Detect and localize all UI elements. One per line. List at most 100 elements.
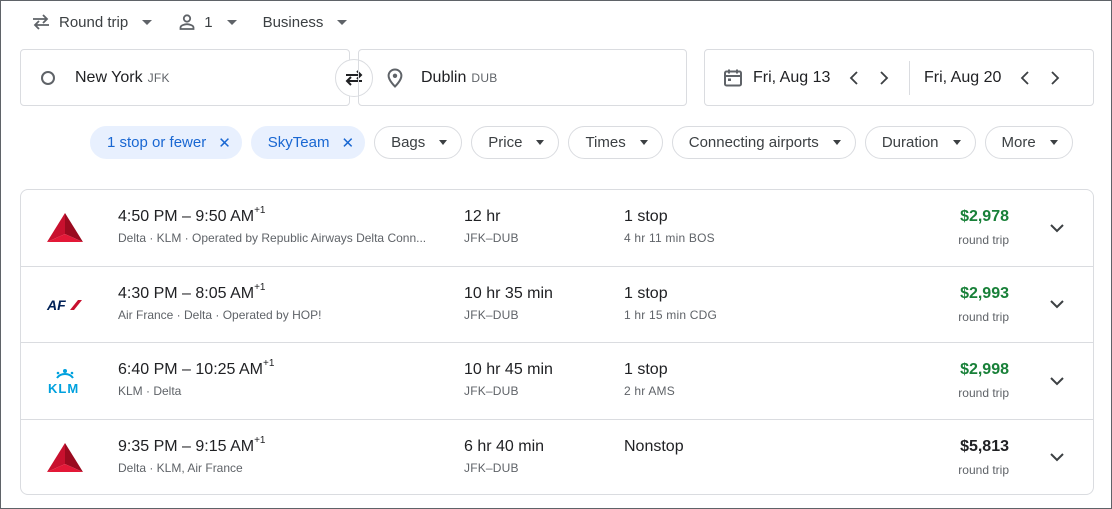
chevron-down-icon bbox=[536, 140, 545, 145]
chevron-right-icon bbox=[1051, 70, 1060, 85]
destination-city: Dublin bbox=[421, 68, 467, 86]
filter-label: Times bbox=[585, 134, 626, 151]
chevron-down-icon bbox=[1050, 223, 1064, 232]
expand-button[interactable] bbox=[1043, 214, 1071, 242]
origin-code: JFK bbox=[147, 70, 170, 85]
flight-route: JFK–DUB bbox=[464, 307, 519, 322]
filter-times[interactable]: Times bbox=[568, 126, 663, 159]
chevron-left-icon bbox=[1020, 70, 1029, 85]
flight-duration: 10 hr 45 min bbox=[464, 361, 553, 378]
origin-field[interactable]: New York JFK bbox=[20, 49, 350, 106]
location-pin-icon bbox=[387, 67, 403, 88]
close-icon[interactable]: ✕ bbox=[341, 134, 354, 152]
flight-price: $2,978 bbox=[960, 208, 1009, 225]
passenger-count: 1 bbox=[204, 13, 213, 31]
expand-button[interactable] bbox=[1043, 291, 1071, 319]
flight-route: JFK–DUB bbox=[464, 384, 519, 398]
chevron-down-icon bbox=[639, 140, 648, 145]
trip-type-label: Round trip bbox=[59, 13, 129, 31]
cabin-class-label: Business bbox=[262, 13, 324, 31]
layover-info: 2 hr AMS bbox=[624, 384, 675, 398]
return-prev-button[interactable] bbox=[1010, 63, 1040, 93]
flight-results-list: 4:50 PM – 9:50 AM+1 Delta · KLM · Operat… bbox=[20, 189, 1094, 495]
filter-label: Bags bbox=[391, 134, 426, 151]
layover-info: 1 hr 15 min CDG bbox=[624, 307, 718, 322]
filter-bags[interactable]: Bags bbox=[374, 126, 463, 159]
chevron-down-icon bbox=[1050, 376, 1064, 385]
klm-logo: KLM bbox=[45, 361, 85, 401]
swap-arrows-icon bbox=[33, 14, 49, 30]
depart-next-button[interactable] bbox=[869, 63, 899, 93]
filter-connecting-airports[interactable]: Connecting airports bbox=[671, 126, 856, 159]
price-type: round trip bbox=[958, 309, 1009, 324]
passengers-select[interactable]: 1 bbox=[178, 13, 237, 31]
origin-circle-icon bbox=[41, 70, 55, 85]
filter-more[interactable]: More bbox=[984, 126, 1073, 159]
date-divider bbox=[909, 60, 910, 95]
destination-code: DUB bbox=[471, 70, 498, 85]
chevron-down-icon bbox=[1050, 300, 1064, 309]
airline-names: KLM · Delta bbox=[118, 384, 182, 398]
return-date-picker[interactable]: Fri, Aug 20 bbox=[924, 69, 1010, 87]
airline-names: Delta · KLM · Operated by Republic Airwa… bbox=[118, 231, 427, 245]
flight-times: 9:35 PM – 9:15 AM+1 bbox=[118, 434, 266, 455]
price-type: round trip bbox=[958, 386, 1009, 400]
chevron-left-icon bbox=[849, 70, 858, 85]
person-icon bbox=[179, 14, 195, 30]
dates-field: Fri, Aug 13 Fri, Aug 20 bbox=[704, 49, 1094, 106]
flight-row[interactable]: 9:35 PM – 9:15 AM+1 Delta · KLM, Air Fra… bbox=[21, 420, 1093, 495]
cabin-class-select[interactable]: Business bbox=[263, 14, 348, 31]
flight-row[interactable]: 4:50 PM – 9:50 AM+1 Delta · KLM · Operat… bbox=[21, 190, 1093, 267]
flight-price: $2,993 bbox=[960, 284, 1009, 302]
stop-count: 1 stop bbox=[624, 361, 668, 378]
filter-chip-label: 1 stop or fewer bbox=[107, 134, 207, 151]
calendar-icon bbox=[724, 69, 742, 86]
stop-count: 1 stop bbox=[624, 284, 668, 302]
flight-duration: 6 hr 40 min bbox=[464, 437, 545, 455]
delta-logo bbox=[45, 438, 85, 478]
flight-route: JFK–DUB bbox=[464, 231, 519, 245]
filter-label: Price bbox=[488, 134, 523, 151]
chevron-down-icon bbox=[952, 140, 961, 145]
stop-count: Nonstop bbox=[624, 437, 684, 455]
delta-logo bbox=[45, 208, 85, 248]
return-next-button[interactable] bbox=[1040, 63, 1070, 93]
chevron-down-icon bbox=[439, 140, 448, 145]
close-icon[interactable]: ✕ bbox=[218, 134, 231, 152]
price-type: round trip bbox=[958, 462, 1009, 477]
airline-names: Delta · KLM, Air France bbox=[118, 460, 243, 475]
trip-type-select[interactable]: Round trip bbox=[31, 13, 153, 31]
expand-button[interactable] bbox=[1043, 367, 1071, 395]
filter-chips: 1 stop or fewer ✕ SkyTeam ✕ Bags Price T… bbox=[90, 126, 1073, 159]
svg-text:KLM: KLM bbox=[48, 381, 79, 395]
depart-prev-button[interactable] bbox=[839, 63, 869, 93]
depart-date-picker[interactable]: Fri, Aug 13 bbox=[723, 68, 839, 88]
flight-row[interactable]: KLM 6:40 PM – 10:25 AM+1 KLM · Delta 10 … bbox=[21, 343, 1093, 420]
flight-times: 6:40 PM – 10:25 AM+1 bbox=[118, 358, 275, 378]
chevron-down-icon bbox=[832, 140, 841, 145]
airfrance-logo: AF bbox=[45, 285, 85, 325]
destination-field[interactable]: Dublin DUB bbox=[358, 49, 687, 106]
expand-button[interactable] bbox=[1043, 444, 1071, 472]
flight-times: 4:30 PM – 8:05 AM+1 bbox=[118, 281, 266, 302]
filter-chip-alliance[interactable]: SkyTeam ✕ bbox=[250, 126, 366, 159]
flight-duration: 12 hr bbox=[464, 208, 501, 225]
flight-duration: 10 hr 35 min bbox=[464, 284, 553, 302]
filter-label: Connecting airports bbox=[688, 134, 819, 151]
svg-text:AF: AF bbox=[46, 297, 66, 313]
filter-chip-stops[interactable]: 1 stop or fewer ✕ bbox=[90, 126, 242, 159]
chevron-down-icon bbox=[226, 19, 237, 25]
stop-count: 1 stop bbox=[624, 208, 668, 225]
chevron-down-icon bbox=[1050, 453, 1064, 462]
chevron-down-icon bbox=[142, 19, 153, 25]
chevron-down-icon bbox=[337, 19, 348, 25]
filter-label: More bbox=[1001, 134, 1036, 151]
origin-city: New York bbox=[75, 68, 143, 86]
return-date: Fri, Aug 20 bbox=[924, 68, 1002, 86]
filter-duration[interactable]: Duration bbox=[864, 126, 976, 159]
trip-options-bar: Round trip 1 Business bbox=[31, 11, 373, 33]
flight-row[interactable]: AF 4:30 PM – 8:05 AM+1 Air France · Delt… bbox=[21, 267, 1093, 343]
filter-chip-label: SkyTeam bbox=[267, 134, 330, 151]
depart-date: Fri, Aug 13 bbox=[753, 68, 831, 86]
filter-price[interactable]: Price bbox=[471, 126, 560, 159]
